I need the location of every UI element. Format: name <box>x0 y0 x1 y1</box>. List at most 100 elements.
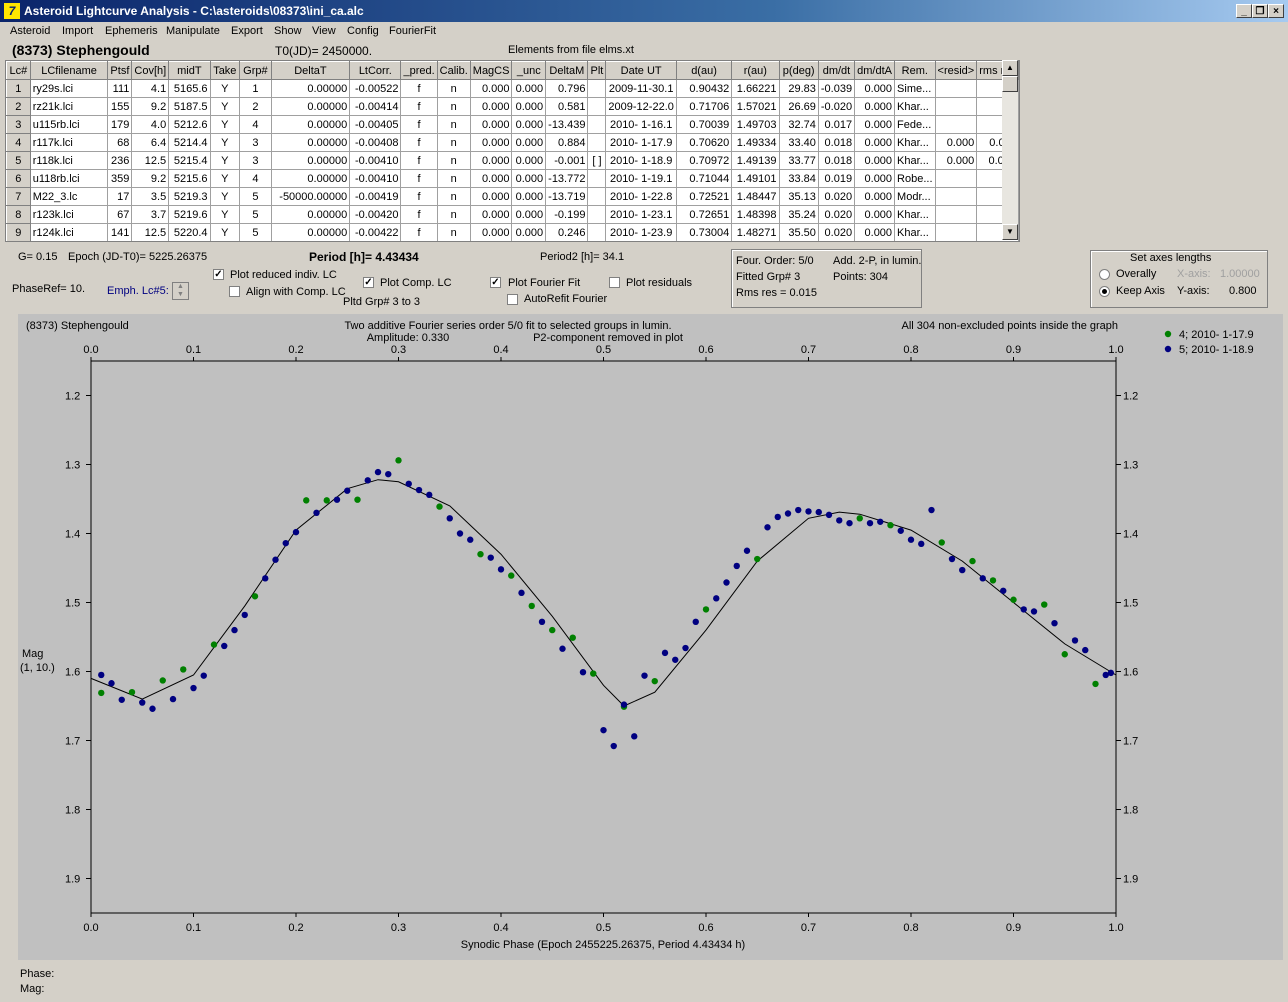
table-cell[interactable]: f <box>400 151 438 170</box>
row-header[interactable]: 4 <box>6 133 31 152</box>
lightcurve-chart[interactable]: 0.0 0.0 0.1 0.1 0.2 0.2 0.3 0.3 0.4 0.4 0.5 0.5 0.6 0… <box>18 314 1283 960</box>
column-header[interactable]: Plt <box>587 61 607 80</box>
table-cell[interactable]: 0.000 <box>854 151 896 170</box>
table-cell[interactable]: 0.00000 <box>270 79 351 98</box>
table-cell[interactable]: Robe... <box>894 169 936 188</box>
table-cell[interactable]: 32.74 <box>778 115 819 134</box>
table-cell[interactable]: 2009-11-30.1 <box>605 79 677 98</box>
table-cell[interactable]: 3 <box>239 133 272 152</box>
column-header[interactable]: Ptsf <box>107 61 133 80</box>
menu-export[interactable]: Export <box>231 25 263 37</box>
table-cell[interactable]: 0.000 <box>934 133 978 152</box>
menu-manipulate[interactable]: Manipulate <box>166 25 220 37</box>
table-cell[interactable]: 4 <box>239 169 272 188</box>
restore-button[interactable]: ❐ <box>1252 4 1268 18</box>
column-header[interactable]: Take <box>209 61 241 80</box>
table-cell[interactable]: 0.000 <box>854 133 896 152</box>
table-cell[interactable]: 0.90432 <box>675 79 733 98</box>
table-cell[interactable]: n <box>436 223 471 241</box>
table-cell[interactable]: -0.020 <box>817 97 856 116</box>
yaxis-value[interactable]: 0.800 <box>1229 285 1257 297</box>
overally-radio[interactable] <box>1099 269 1110 280</box>
table-cell[interactable]: 0.00000 <box>270 169 351 188</box>
table-cell[interactable]: 12.5 <box>131 151 170 170</box>
table-cell[interactable]: 0.020 <box>817 187 856 206</box>
plot-comp-checkbox[interactable]: ✓ <box>363 277 374 288</box>
lightcurve-table[interactable]: Lc# LCfilename Ptsf Cov[h] midT Take Grp# Delta… <box>5 60 1020 242</box>
table-cell[interactable]: Modr... <box>894 187 936 206</box>
table-cell[interactable]: 0.000 <box>854 115 896 134</box>
table-cell[interactable]: 0.00000 <box>270 205 351 224</box>
table-cell[interactable]: 0.73004 <box>675 223 733 241</box>
table-cell[interactable]: n <box>436 205 471 224</box>
table-cell[interactable]: 111 <box>107 79 133 98</box>
column-header[interactable]: midT <box>168 61 211 80</box>
table-cell[interactable]: 0.000 <box>511 97 547 116</box>
table-cell[interactable]: 1.49334 <box>731 133 780 152</box>
table-row[interactable]: 1 ry29s.lci 111 4.1 5165.6 Y 1 0.00000 -0.00522 f… <box>6 79 1019 98</box>
column-header[interactable]: LCfilename <box>29 61 109 80</box>
table-cell[interactable]: -0.199 <box>545 205 589 224</box>
table-cell[interactable] <box>587 133 607 152</box>
table-cell[interactable]: 0.000 <box>469 151 513 170</box>
table-cell[interactable]: -13.772 <box>545 169 589 188</box>
table-row[interactable]: 8 r123k.lci 67 3.7 5219.6 Y 5 0.00000 -0.00420 f n… <box>6 205 1019 224</box>
table-cell[interactable]: -0.00408 <box>349 133 402 152</box>
table-cell[interactable]: 4.1 <box>131 79 170 98</box>
table-cell[interactable]: 35.50 <box>778 223 819 241</box>
table-cell[interactable]: 0.70972 <box>675 151 733 170</box>
menu-config[interactable]: Config <box>347 25 379 37</box>
table-cell[interactable]: 0.000 <box>854 187 896 206</box>
table-cell[interactable]: 5 <box>239 223 272 241</box>
table-cell[interactable]: 33.40 <box>778 133 819 152</box>
table-cell[interactable]: r118k.lci <box>29 151 109 170</box>
table-cell[interactable]: Y <box>209 205 241 224</box>
keep-axis-radio[interactable] <box>1099 286 1110 297</box>
table-scrollbar[interactable]: ▲ ▼ <box>1002 60 1018 240</box>
column-header[interactable]: DeltaM <box>545 61 589 80</box>
table-cell[interactable]: 0.581 <box>545 97 589 116</box>
row-header[interactable]: 2 <box>6 97 31 116</box>
table-cell[interactable] <box>934 97 978 116</box>
autorefit-checkbox[interactable] <box>507 294 518 305</box>
table-cell[interactable]: n <box>436 97 471 116</box>
table-cell[interactable]: 0.000 <box>469 223 513 241</box>
table-cell[interactable]: 3.7 <box>131 205 170 224</box>
table-cell[interactable]: n <box>436 151 471 170</box>
row-header[interactable]: 9 <box>6 223 31 241</box>
table-cell[interactable]: 26.69 <box>778 97 819 116</box>
table-cell[interactable]: 1 <box>239 79 272 98</box>
table-cell[interactable]: f <box>400 187 438 206</box>
table-row[interactable]: 2 rz21k.lci 155 9.2 5187.5 Y 2 0.00000 -0.00414 f… <box>6 97 1019 116</box>
table-cell[interactable] <box>934 79 978 98</box>
table-cell[interactable]: Y <box>209 133 241 152</box>
table-cell[interactable]: 0.70620 <box>675 133 733 152</box>
table-cell[interactable]: Y <box>209 115 241 134</box>
table-cell[interactable] <box>587 187 607 206</box>
table-cell[interactable]: -0.00522 <box>349 79 402 98</box>
table-cell[interactable]: 0.71044 <box>675 169 733 188</box>
row-header[interactable]: 6 <box>6 169 31 188</box>
row-header[interactable]: 7 <box>6 187 31 206</box>
table-cell[interactable]: 29.83 <box>778 79 819 98</box>
table-cell[interactable]: n <box>436 169 471 188</box>
table-cell[interactable]: 1.48447 <box>731 187 780 206</box>
column-header[interactable]: dm/dtA <box>854 61 896 80</box>
table-cell[interactable]: 5219.3 <box>168 187 211 206</box>
table-cell[interactable]: 0.000 <box>511 169 547 188</box>
table-cell[interactable]: 33.84 <box>778 169 819 188</box>
table-cell[interactable]: f <box>400 97 438 116</box>
table-cell[interactable]: Y <box>209 151 241 170</box>
table-cell[interactable]: 0.72651 <box>675 205 733 224</box>
table-cell[interactable]: n <box>436 133 471 152</box>
table-cell[interactable]: 141 <box>107 223 133 241</box>
emph-spinner[interactable]: ▲ ▼ <box>172 282 189 300</box>
table-cell[interactable] <box>587 223 607 241</box>
table-cell[interactable]: 0.00000 <box>270 133 351 152</box>
table-cell[interactable] <box>934 187 978 206</box>
minimize-button[interactable]: _ <box>1236 4 1252 18</box>
table-cell[interactable]: 2010- 1-23.9 <box>605 223 677 241</box>
table-cell[interactable]: 1.66221 <box>731 79 780 98</box>
table-cell[interactable]: 0.000 <box>469 79 513 98</box>
table-cell[interactable]: 9.2 <box>131 97 170 116</box>
